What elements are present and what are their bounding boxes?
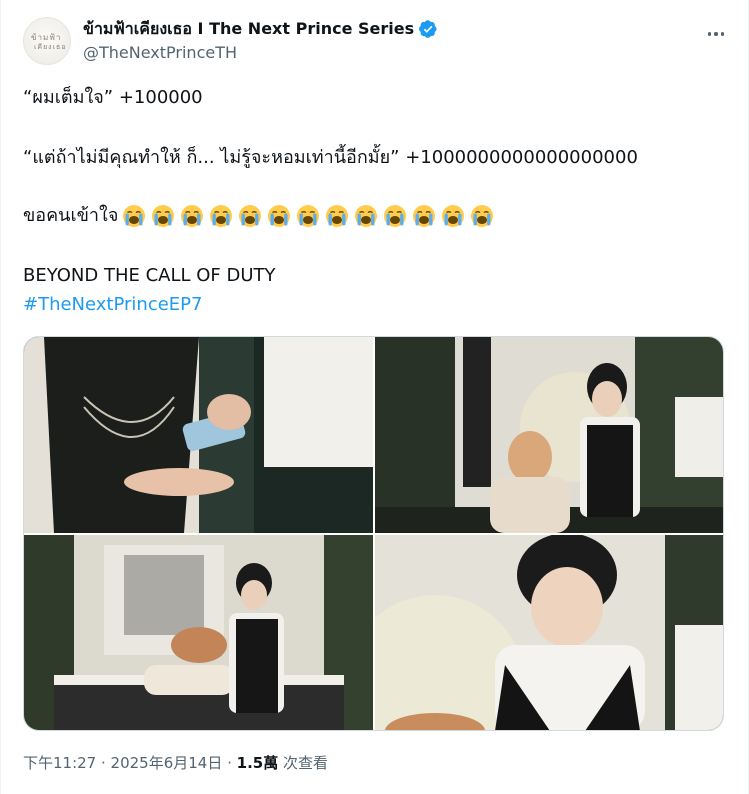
loudly-crying-face-icon xyxy=(123,205,146,227)
user-handle[interactable]: @TheNextPrinceTH xyxy=(83,43,237,62)
loudly-crying-face-icon xyxy=(268,205,291,227)
loudly-crying-face-icon xyxy=(471,205,494,227)
display-name[interactable]: ข้ามฟ้าเคียงเธอ I The Next Prince Series xyxy=(83,17,414,42)
timestamp-link[interactable]: 下午11:27 · 2025年6月14日 xyxy=(23,754,222,772)
loudly-crying-face-icon xyxy=(210,205,233,227)
media-grid xyxy=(23,336,724,731)
views-label: 次查看 xyxy=(278,754,329,772)
loudly-crying-face-icon xyxy=(326,205,349,227)
loudly-crying-face-icon xyxy=(442,205,465,227)
views-count: 1.5萬 xyxy=(236,754,279,772)
loudly-crying-face-icon xyxy=(384,205,407,227)
photo-4-image xyxy=(375,535,723,730)
tweet-text-line-4: BEYOND THE CALL OF DUTY xyxy=(23,265,276,286)
emoji-row xyxy=(122,204,499,228)
photo-1[interactable] xyxy=(24,337,373,533)
tweet-text-line-3-words: ขอคนเข้าใจ xyxy=(23,205,119,226)
photo-2[interactable] xyxy=(375,337,723,533)
tweet-header: ข้ามฟ้า เคียงเธอ ข้ามฟ้าเคียงเธอ I The N… xyxy=(23,10,728,66)
avatar[interactable]: ข้ามฟ้า เคียงเธอ xyxy=(23,17,71,65)
verified-badge-icon xyxy=(419,20,437,38)
tweet-text-line-1: “ผมเต็มใจ” +100000 xyxy=(23,87,203,108)
more-options-icon[interactable] xyxy=(704,22,728,46)
loudly-crying-face-icon xyxy=(355,205,378,227)
meta-separator: · xyxy=(222,754,237,772)
photo-3-image xyxy=(24,535,373,730)
tweet-meta: 下午11:27 · 2025年6月14日 · 1.5萬 次查看 xyxy=(23,752,328,773)
photo-2-image xyxy=(375,337,723,533)
tweet-text-line-2: “แต่ถ้าไม่มีคุณทำให้ ก็... ไม่รู้จะหอมเท… xyxy=(23,147,638,168)
loudly-crying-face-icon xyxy=(297,205,320,227)
hashtag-link[interactable]: #TheNextPrinceEP7 xyxy=(23,293,203,317)
loudly-crying-face-icon xyxy=(181,205,204,227)
photo-4[interactable] xyxy=(375,535,723,730)
photo-3[interactable] xyxy=(24,535,373,730)
loudly-crying-face-icon xyxy=(239,205,262,227)
name-row: ข้ามฟ้าเคียงเธอ I The Next Prince Series xyxy=(83,18,438,40)
tweet-text-line-3: ขอคนเข้าใจ xyxy=(23,204,499,228)
tweet-card: ข้ามฟ้า เคียงเธอ ข้ามฟ้าเคียงเธอ I The N… xyxy=(0,0,749,794)
loudly-crying-face-icon xyxy=(152,205,175,227)
loudly-crying-face-icon xyxy=(413,205,436,227)
avatar-logo-text-2: เคียงเธอ xyxy=(34,43,67,51)
photo-1-image xyxy=(24,337,373,533)
